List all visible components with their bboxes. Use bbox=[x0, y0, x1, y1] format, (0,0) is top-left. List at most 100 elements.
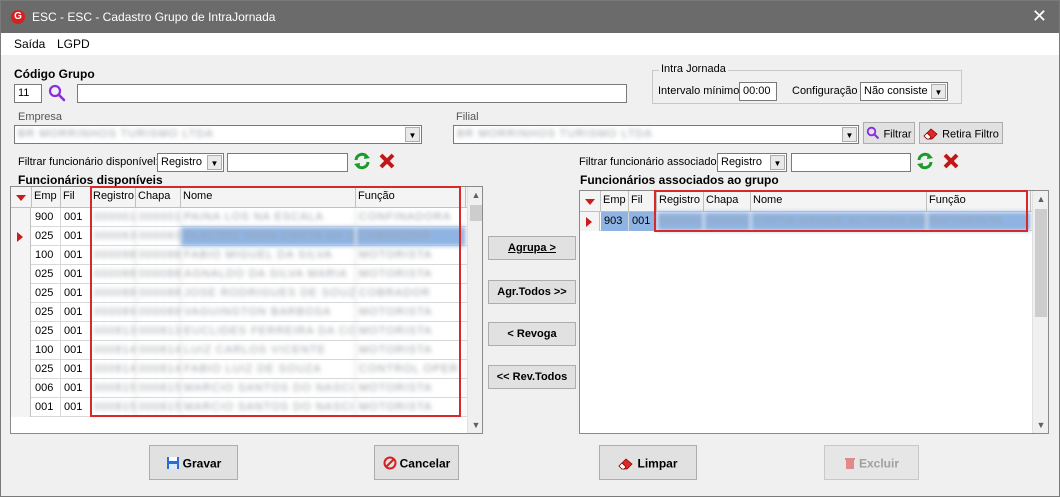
gravar-button[interactable]: Gravar bbox=[149, 445, 238, 480]
cell-registro[interactable]: 000089 bbox=[91, 303, 136, 322]
col-funcao[interactable]: Função bbox=[356, 187, 466, 208]
chevron-down-icon[interactable]: ▼ bbox=[842, 127, 857, 142]
excluir-button[interactable]: Excluir bbox=[824, 445, 919, 480]
col-fil[interactable]: Fil bbox=[629, 191, 657, 212]
cell-fil[interactable]: 001 bbox=[61, 360, 91, 379]
filial-select[interactable]: BR MORRINHOS TURISMO LTDA ▼ bbox=[453, 125, 859, 144]
left-filter-text-input[interactable] bbox=[227, 153, 348, 172]
cell-emp[interactable]: 025 bbox=[32, 284, 61, 303]
row-indicator[interactable] bbox=[11, 398, 31, 417]
cell-registro[interactable]: 000088 bbox=[91, 284, 136, 303]
row-indicator[interactable] bbox=[11, 208, 31, 227]
row-indicator[interactable] bbox=[11, 303, 31, 322]
codigo-grupo-input[interactable]: 11 bbox=[14, 84, 42, 103]
configuracao-select[interactable]: Não consiste ▼ bbox=[860, 82, 948, 101]
cell-nome[interactable]: MARCIO SANTOS DO NASCIME bbox=[181, 379, 356, 398]
table-row[interactable]: 006 001 000815 000815 MARCIO SANTOS DO NASCI… bbox=[11, 379, 467, 398]
cell-nome[interactable]: LUIZ CARLOS VICENTE bbox=[181, 341, 356, 360]
cell-fil[interactable]: 001 bbox=[61, 265, 91, 284]
col-emp[interactable]: Emp bbox=[32, 187, 61, 208]
cell-funcao[interactable]: CONTROL OPER bbox=[356, 360, 466, 379]
scroll-thumb[interactable] bbox=[1035, 209, 1047, 317]
cell-fil[interactable]: 001 bbox=[61, 379, 91, 398]
cell-fil[interactable]: 001 bbox=[629, 212, 657, 231]
clear-filter-icon[interactable] bbox=[941, 151, 961, 171]
cell-funcao[interactable]: COBRADOR bbox=[356, 284, 466, 303]
table-row[interactable]: 100 001 000098 000098 FABIO MIGUEL DA SILVA M… bbox=[11, 246, 467, 265]
right-grid-scrollbar[interactable]: ▲ ▼ bbox=[1032, 191, 1048, 433]
retira-filtro-button[interactable]: Retira Filtro bbox=[919, 122, 1003, 144]
col-chapa[interactable]: Chapa bbox=[136, 187, 181, 208]
scroll-down-icon[interactable]: ▼ bbox=[468, 417, 482, 433]
cell-registro[interactable]: 000088 bbox=[91, 265, 136, 284]
cell-fil[interactable]: 001 bbox=[61, 322, 91, 341]
scroll-up-icon[interactable]: ▲ bbox=[468, 187, 482, 203]
sort-indicator[interactable] bbox=[580, 191, 601, 212]
cell-nome[interactable]: JOSE RODRIGUES DE SOUZA bbox=[181, 284, 356, 303]
cell-chapa[interactable]: 000089 bbox=[136, 303, 181, 322]
cell-registro[interactable]: 000063 bbox=[91, 227, 136, 246]
cell-emp[interactable]: 025 bbox=[32, 265, 61, 284]
cell-registro[interactable]: 000815 bbox=[91, 379, 136, 398]
cell-fil[interactable]: 001 bbox=[61, 284, 91, 303]
cell-emp[interactable]: 900 bbox=[32, 208, 61, 227]
cancelar-button[interactable]: Cancelar bbox=[374, 445, 459, 480]
col-registro[interactable]: Registro bbox=[657, 191, 704, 212]
row-indicator[interactable] bbox=[11, 246, 31, 265]
cell-nome[interactable]: MARCIO SANTOS DO NASCIME... bbox=[181, 398, 356, 417]
scroll-up-icon[interactable]: ▲ bbox=[1033, 191, 1048, 207]
table-row[interactable]: 100 001 000814 000814 LUIZ CARLOS VICENTE MOT… bbox=[11, 341, 467, 360]
agr-todos-button[interactable]: Agr.Todos >> bbox=[488, 280, 576, 304]
col-funcao[interactable]: Função bbox=[927, 191, 1031, 212]
cell-funcao[interactable]: CONFINADORA bbox=[356, 208, 466, 227]
cell-emp[interactable]: 006 bbox=[32, 379, 61, 398]
cell-chapa[interactable]: 000814 bbox=[136, 360, 181, 379]
rev-todos-button[interactable]: << Rev.Todos bbox=[488, 365, 576, 389]
cell-nome[interactable]: PLACIDO YAMA COSTA DA SILVA bbox=[181, 227, 356, 246]
empresa-select[interactable]: BR MORRINHOS TURISMO LTDA ▼ bbox=[14, 125, 422, 144]
cell-emp[interactable]: 001 bbox=[32, 398, 61, 417]
row-indicator[interactable] bbox=[11, 322, 31, 341]
cell-nome[interactable]: PAINA LOS NA ESCALA bbox=[181, 208, 356, 227]
close-icon[interactable]: ✕ bbox=[1032, 7, 1047, 25]
row-indicator[interactable] bbox=[11, 341, 31, 360]
left-filter-field-select[interactable]: Registro ▼ bbox=[157, 153, 224, 172]
cell-chapa[interactable]: 000088 bbox=[136, 265, 181, 284]
limpar-button[interactable]: Limpar bbox=[599, 445, 697, 480]
table-row[interactable]: 900 001 000001 000001 PAINA LOS NA ESCALA CON… bbox=[11, 208, 467, 227]
chevron-down-icon[interactable]: ▼ bbox=[931, 84, 946, 99]
search-icon[interactable] bbox=[47, 83, 69, 103]
cell-funcao[interactable]: MOTORISTA bbox=[356, 246, 466, 265]
col-chapa[interactable]: Chapa bbox=[704, 191, 751, 212]
cell-fil[interactable]: 001 bbox=[61, 227, 91, 246]
cell-chapa[interactable]: 000001 bbox=[136, 208, 181, 227]
cell-funcao[interactable]: MOTORISTA bbox=[356, 398, 466, 417]
cell-chapa[interactable]: 000001 bbox=[704, 212, 751, 231]
cell-chapa[interactable]: 000815 bbox=[136, 398, 181, 417]
clear-filter-icon[interactable] bbox=[377, 151, 397, 171]
cell-nome[interactable]: CINTIA GRACE OLIVEIRA DA SIL bbox=[751, 212, 927, 231]
cell-emp[interactable]: 100 bbox=[32, 246, 61, 265]
cell-chapa[interactable]: 000815 bbox=[136, 379, 181, 398]
table-row[interactable]: 025 001 000089 000089 VAGUINGTON BARBOSA MOTO… bbox=[11, 303, 467, 322]
table-row[interactable]: 903 001 000001 000001 CINTIA GRACE OLIVEIRA … bbox=[580, 212, 1032, 231]
table-row[interactable]: 025 001 000813 000813 EUCLIDES FERREIRA DA C… bbox=[11, 322, 467, 341]
agrupa-button[interactable]: Agrupa > bbox=[488, 236, 576, 260]
filtrar-button[interactable]: Filtrar bbox=[863, 122, 915, 144]
sort-indicator[interactable] bbox=[11, 187, 32, 208]
intervalo-minimo-input[interactable]: 00:00 bbox=[739, 82, 777, 101]
col-nome[interactable]: Nome bbox=[751, 191, 927, 212]
col-emp[interactable]: Emp bbox=[601, 191, 629, 212]
cell-funcao[interactable]: MOTORISTA bbox=[356, 379, 466, 398]
row-indicator[interactable] bbox=[11, 379, 31, 398]
scroll-down-icon[interactable]: ▼ bbox=[1033, 417, 1048, 433]
cell-funcao[interactable]: MOTORISTA bbox=[356, 341, 466, 360]
cell-registro[interactable]: 000813 bbox=[91, 322, 136, 341]
cell-emp[interactable]: 025 bbox=[32, 303, 61, 322]
cell-chapa[interactable]: 000814 bbox=[136, 341, 181, 360]
cell-nome[interactable]: FABIO MIGUEL DA SILVA bbox=[181, 246, 356, 265]
row-indicator[interactable] bbox=[11, 265, 31, 284]
cell-fil[interactable]: 001 bbox=[61, 303, 91, 322]
row-indicator[interactable] bbox=[11, 227, 31, 246]
cell-registro[interactable]: 000098 bbox=[91, 246, 136, 265]
